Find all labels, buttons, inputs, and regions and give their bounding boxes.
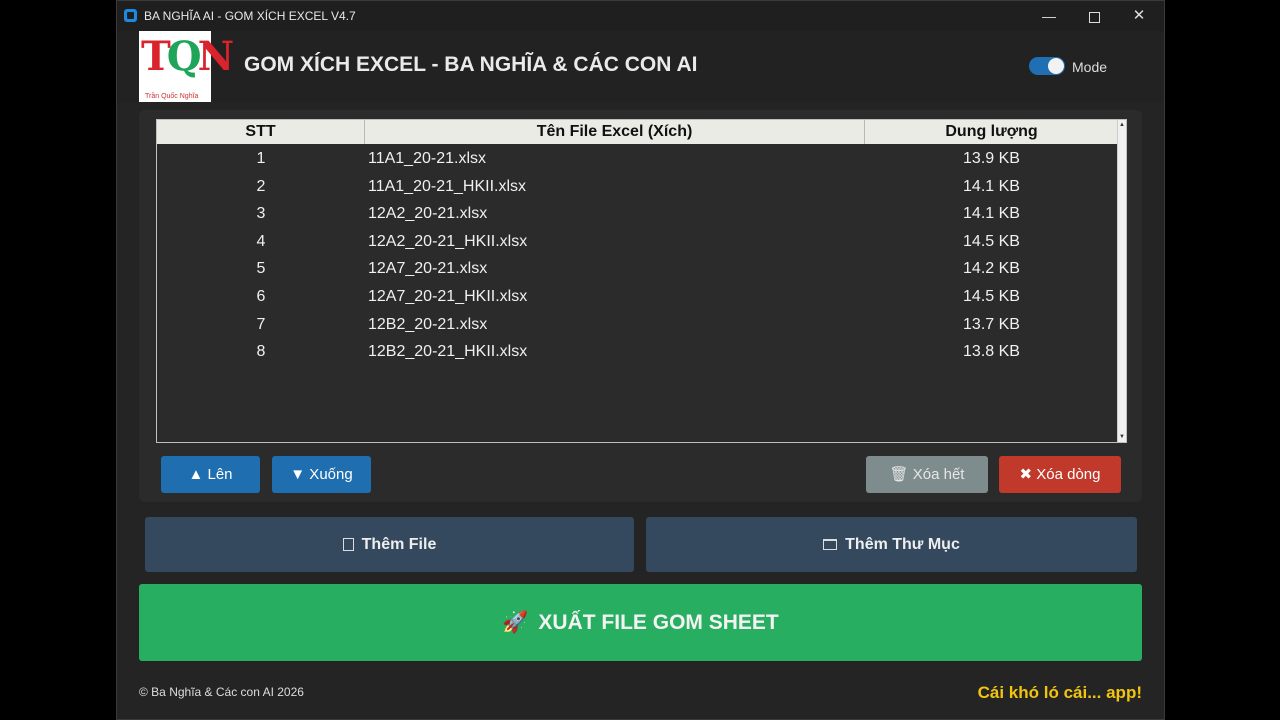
row-filename: 12A2_20-21.xlsx: [368, 205, 488, 223]
mode-label: Mode: [1072, 59, 1108, 75]
maximize-icon: [1088, 11, 1100, 23]
logo-caption: Trần Quốc Nghĩa: [145, 93, 199, 100]
table-scrollbar[interactable]: ▲ ▼: [1117, 120, 1126, 442]
rocket-icon: 🚀: [502, 611, 529, 634]
row-index: 6: [256, 287, 266, 305]
column-header-size[interactable]: Dung lượng: [865, 120, 1118, 144]
file-table: STT Tên File Excel (Xích) Dung lượng 1 11…: [156, 119, 1127, 443]
row-size: 14.1 KB: [963, 205, 1020, 223]
table-header: STT Tên File Excel (Xích) Dung lượng: [157, 120, 1118, 144]
table-row[interactable]: 2 11A1_20-21_HKII.xlsx 14.1 KB: [157, 173, 1118, 201]
move-down-button[interactable]: ▼ Xuống: [272, 456, 371, 493]
row-size: 14.5 KB: [963, 287, 1020, 305]
row-filename: 12B2_20-21.xlsx: [368, 315, 488, 333]
export-button[interactable]: 🚀 XUẤT FILE GOM SHEET: [139, 584, 1142, 661]
row-filename: 11A1_20-21_HKII.xlsx: [368, 177, 527, 195]
app-header: TQN Trần Quốc Nghĩa GOM XÍCH EXCEL - BA …: [117, 31, 1164, 102]
close-button[interactable]: ✕: [1116, 1, 1162, 31]
row-filename: 12A7_20-21.xlsx: [368, 260, 488, 278]
copyright-text: © Ba Nghĩa & Các con AI 2026: [139, 685, 304, 699]
row-size: 14.2 KB: [963, 260, 1020, 278]
mode-toggle[interactable]: [1029, 57, 1065, 75]
row-index: 8: [256, 343, 266, 361]
maximize-button[interactable]: [1071, 1, 1117, 31]
row-size: 14.1 KB: [963, 177, 1020, 195]
column-header-filename[interactable]: Tên File Excel (Xích): [365, 120, 865, 144]
add-file-button[interactable]: Thêm File: [145, 517, 634, 572]
row-size: 13.9 KB: [963, 150, 1020, 167]
row-filename: 12B2_20-21_HKII.xlsx: [368, 343, 528, 361]
add-folder-label: Thêm Thư Mục: [845, 536, 960, 553]
row-size: 14.5 KB: [963, 232, 1020, 250]
row-index: 2: [256, 177, 266, 195]
row-filename: 11A1_20-21.xlsx: [368, 150, 486, 167]
title-bar: BA NGHĨA AI - GOM XÍCH EXCEL V4.7 — ✕: [117, 1, 1164, 31]
clear-all-button[interactable]: 🗑 Xóa hết: [866, 456, 988, 493]
minimize-button[interactable]: —: [1026, 1, 1072, 31]
row-filename: 12A2_20-21_HKII.xlsx: [368, 232, 528, 250]
tagline-text: Cái khó ló cái... app!: [977, 683, 1142, 702]
delete-row-button[interactable]: ✖ Xóa dòng: [999, 456, 1121, 493]
scroll-up-icon[interactable]: ▲: [1118, 120, 1126, 130]
row-size: 13.7 KB: [963, 315, 1020, 333]
row-index: 1: [256, 150, 266, 167]
move-up-button[interactable]: ▲ Lên: [161, 456, 260, 493]
table-row[interactable]: 3 12A2_20-21.xlsx 14.1 KB: [157, 200, 1118, 228]
table-row[interactable]: 4 12A2_20-21_HKII.xlsx 14.5 KB: [157, 228, 1118, 256]
row-index: 5: [256, 260, 266, 278]
file-icon: [342, 538, 354, 551]
export-label: XUẤT FILE GOM SHEET: [538, 611, 779, 634]
add-file-label: Thêm File: [361, 536, 437, 553]
app-icon: [124, 9, 137, 22]
toggle-knob: [1048, 58, 1064, 74]
row-index: 3: [256, 205, 266, 223]
app-window: BA NGHĨA AI - GOM XÍCH EXCEL V4.7 — ✕ TQ…: [116, 0, 1165, 720]
row-index: 7: [256, 315, 266, 333]
column-header-stt[interactable]: STT: [157, 120, 365, 144]
row-index: 4: [256, 232, 266, 250]
table-row[interactable]: 8 12B2_20-21_HKII.xlsx 13.8 KB: [157, 338, 1118, 366]
logo: TQN Trần Quốc Nghĩa: [139, 31, 234, 102]
file-panel: STT Tên File Excel (Xích) Dung lượng 1 11…: [139, 110, 1142, 502]
logo-icon: TQN: [141, 33, 234, 80]
table-body: 1 11A1_20-21.xlsx 13.9 KB 2 11A1_20-21_HKII…: [157, 145, 1118, 366]
scroll-down-icon[interactable]: ▼: [1118, 432, 1126, 442]
app-title: GOM XÍCH EXCEL - BA NGHĨA & CÁC CON AI: [244, 53, 698, 76]
row-size: 13.8 KB: [963, 343, 1020, 361]
window-title: BA NGHĨA AI - GOM XÍCH EXCEL V4.7: [144, 9, 356, 23]
table-row[interactable]: 1 11A1_20-21.xlsx 13.9 KB: [157, 145, 1118, 173]
row-filename: 12A7_20-21_HKII.xlsx: [368, 287, 528, 305]
folder-icon: [823, 539, 838, 550]
add-folder-button[interactable]: Thêm Thư Mục: [646, 517, 1137, 572]
table-row[interactable]: 5 12A7_20-21.xlsx 14.2 KB: [157, 255, 1118, 283]
table-row[interactable]: 7 12B2_20-21.xlsx 13.7 KB: [157, 311, 1118, 339]
table-row[interactable]: 6 12A7_20-21_HKII.xlsx 14.5 KB: [157, 283, 1118, 311]
